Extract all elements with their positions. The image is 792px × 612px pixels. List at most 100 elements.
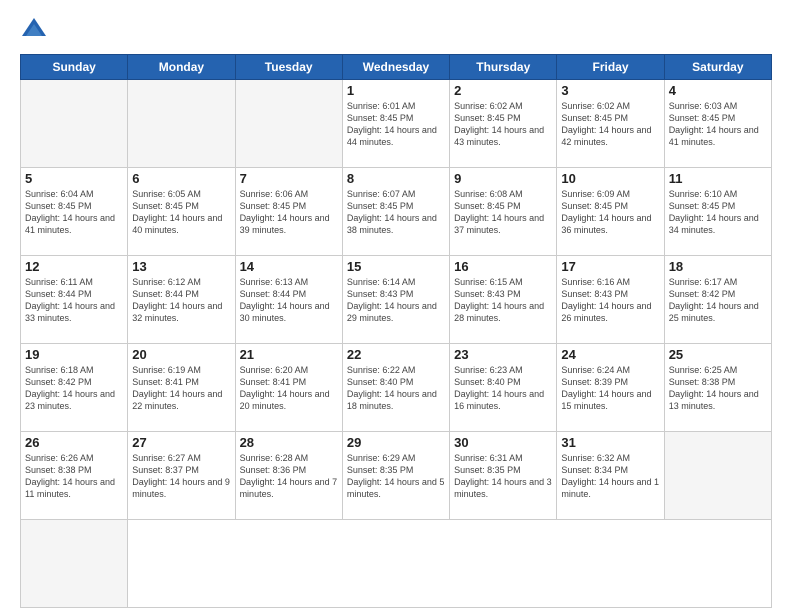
day-number: 16 xyxy=(454,259,552,274)
table-row: 1 Sunrise: 6:01 AM Sunset: 8:45 PM Daylig… xyxy=(342,80,449,168)
table-row: 13Sunrise: 6:12 AM Sunset: 8:44 PM Dayli… xyxy=(128,256,235,344)
calendar-table: SundayMondayTuesdayWednesdayThursdayFrid… xyxy=(20,54,772,608)
table-row xyxy=(128,80,235,168)
day-number: 30 xyxy=(454,435,552,450)
day-info: Sunrise: 6:03 AM Sunset: 8:45 PM Dayligh… xyxy=(669,100,767,149)
day-number: 8 xyxy=(347,171,445,186)
day-number: 9 xyxy=(454,171,552,186)
table-row: 4 Sunrise: 6:03 AM Sunset: 8:45 PM Daylig… xyxy=(664,80,771,168)
day-info: Sunrise: 6:19 AM Sunset: 8:41 PM Dayligh… xyxy=(132,364,230,413)
logo-icon xyxy=(20,16,48,44)
table-row: 5 Sunrise: 6:04 AM Sunset: 8:45 PM Daylig… xyxy=(21,168,128,256)
day-number: 6 xyxy=(132,171,230,186)
table-row: 10 Sunrise: 6:09 AM Sunset: 8:45 PM Dayli… xyxy=(557,168,664,256)
day-number: 23 xyxy=(454,347,552,362)
day-number: 4 xyxy=(669,83,767,98)
weekday-monday: Monday xyxy=(128,55,235,80)
day-number: 24 xyxy=(561,347,659,362)
table-row: 6 Sunrise: 6:05 AM Sunset: 8:45 PM Daylig… xyxy=(128,168,235,256)
day-info: Sunrise: 6:05 AM Sunset: 8:45 PM Dayligh… xyxy=(132,188,230,237)
day-info: Sunrise: 6:20 AM Sunset: 8:41 PM Dayligh… xyxy=(240,364,338,413)
calendar-row-1: 5 Sunrise: 6:04 AM Sunset: 8:45 PM Daylig… xyxy=(21,168,772,256)
day-info: Sunrise: 6:10 AM Sunset: 8:45 PM Dayligh… xyxy=(669,188,767,237)
day-info: Sunrise: 6:24 AM Sunset: 8:39 PM Dayligh… xyxy=(561,364,659,413)
day-info: Sunrise: 6:13 AM Sunset: 8:44 PM Dayligh… xyxy=(240,276,338,325)
table-row: 24 Sunrise: 6:24 AM Sunset: 8:39 PM Dayli… xyxy=(557,344,664,432)
page: SundayMondayTuesdayWednesdayThursdayFrid… xyxy=(0,0,792,612)
table-row: 25 Sunrise: 6:25 AM Sunset: 8:38 PM Dayli… xyxy=(664,344,771,432)
day-info: Sunrise: 6:04 AM Sunset: 8:45 PM Dayligh… xyxy=(25,188,123,237)
table-row: 22 Sunrise: 6:22 AM Sunset: 8:40 PM Dayli… xyxy=(342,344,449,432)
table-row: 21Sunrise: 6:20 AM Sunset: 8:41 PM Dayli… xyxy=(235,344,342,432)
day-number: 12 xyxy=(25,259,123,274)
day-number: 2 xyxy=(454,83,552,98)
table-row: 26 Sunrise: 6:26 AM Sunset: 8:38 PM Dayli… xyxy=(21,432,128,520)
table-row: 16 Sunrise: 6:15 AM Sunset: 8:43 PM Dayli… xyxy=(450,256,557,344)
table-row: 28Sunrise: 6:28 AM Sunset: 8:36 PM Dayli… xyxy=(235,432,342,520)
day-number: 26 xyxy=(25,435,123,450)
weekday-wednesday: Wednesday xyxy=(342,55,449,80)
day-number: 5 xyxy=(25,171,123,186)
day-number: 17 xyxy=(561,259,659,274)
table-row: 9Sunrise: 6:08 AM Sunset: 8:45 PM Daylig… xyxy=(450,168,557,256)
day-info: Sunrise: 6:31 AM Sunset: 8:35 PM Dayligh… xyxy=(454,452,552,501)
table-row: 30 Sunrise: 6:31 AM Sunset: 8:35 PM Dayli… xyxy=(450,432,557,520)
calendar-row-3: 19Sunrise: 6:18 AM Sunset: 8:42 PM Dayli… xyxy=(21,344,772,432)
day-number: 3 xyxy=(561,83,659,98)
table-row: 23 Sunrise: 6:23 AM Sunset: 8:40 PM Dayli… xyxy=(450,344,557,432)
day-info: Sunrise: 6:02 AM Sunset: 8:45 PM Dayligh… xyxy=(454,100,552,149)
day-number: 31 xyxy=(561,435,659,450)
day-info: Sunrise: 6:28 AM Sunset: 8:36 PM Dayligh… xyxy=(240,452,338,501)
calendar-row-4: 26 Sunrise: 6:26 AM Sunset: 8:38 PM Dayli… xyxy=(21,432,772,520)
table-row: 14 Sunrise: 6:13 AM Sunset: 8:44 PM Dayli… xyxy=(235,256,342,344)
table-row: 29Sunrise: 6:29 AM Sunset: 8:35 PM Dayli… xyxy=(342,432,449,520)
header xyxy=(20,16,772,44)
day-number: 13 xyxy=(132,259,230,274)
day-info: Sunrise: 6:32 AM Sunset: 8:34 PM Dayligh… xyxy=(561,452,659,501)
weekday-tuesday: Tuesday xyxy=(235,55,342,80)
day-info: Sunrise: 6:02 AM Sunset: 8:45 PM Dayligh… xyxy=(561,100,659,149)
table-row: 18 Sunrise: 6:17 AM Sunset: 8:42 PM Dayli… xyxy=(664,256,771,344)
day-info: Sunrise: 6:01 AM Sunset: 8:45 PM Dayligh… xyxy=(347,100,445,149)
weekday-thursday: Thursday xyxy=(450,55,557,80)
weekday-header-row: SundayMondayTuesdayWednesdayThursdayFrid… xyxy=(21,55,772,80)
table-row: 7 Sunrise: 6:06 AM Sunset: 8:45 PM Daylig… xyxy=(235,168,342,256)
day-info: Sunrise: 6:07 AM Sunset: 8:45 PM Dayligh… xyxy=(347,188,445,237)
day-info: Sunrise: 6:09 AM Sunset: 8:45 PM Dayligh… xyxy=(561,188,659,237)
calendar-row-2: 12 Sunrise: 6:11 AM Sunset: 8:44 PM Dayli… xyxy=(21,256,772,344)
logo xyxy=(20,16,52,44)
weekday-sunday: Sunday xyxy=(21,55,128,80)
table-row xyxy=(664,432,771,520)
day-info: Sunrise: 6:18 AM Sunset: 8:42 PM Dayligh… xyxy=(25,364,123,413)
table-row: 19Sunrise: 6:18 AM Sunset: 8:42 PM Dayli… xyxy=(21,344,128,432)
day-number: 7 xyxy=(240,171,338,186)
day-info: Sunrise: 6:23 AM Sunset: 8:40 PM Dayligh… xyxy=(454,364,552,413)
day-info: Sunrise: 6:06 AM Sunset: 8:45 PM Dayligh… xyxy=(240,188,338,237)
day-info: Sunrise: 6:11 AM Sunset: 8:44 PM Dayligh… xyxy=(25,276,123,325)
day-number: 27 xyxy=(132,435,230,450)
day-number: 1 xyxy=(347,83,445,98)
table-row: 17 Sunrise: 6:16 AM Sunset: 8:43 PM Dayli… xyxy=(557,256,664,344)
calendar-row-0: 1 Sunrise: 6:01 AM Sunset: 8:45 PM Daylig… xyxy=(21,80,772,168)
day-number: 11 xyxy=(669,171,767,186)
table-row: 12 Sunrise: 6:11 AM Sunset: 8:44 PM Dayli… xyxy=(21,256,128,344)
day-number: 18 xyxy=(669,259,767,274)
day-number: 10 xyxy=(561,171,659,186)
day-info: Sunrise: 6:17 AM Sunset: 8:42 PM Dayligh… xyxy=(669,276,767,325)
day-number: 14 xyxy=(240,259,338,274)
day-info: Sunrise: 6:22 AM Sunset: 8:40 PM Dayligh… xyxy=(347,364,445,413)
day-info: Sunrise: 6:15 AM Sunset: 8:43 PM Dayligh… xyxy=(454,276,552,325)
day-number: 25 xyxy=(669,347,767,362)
table-row: 20Sunrise: 6:19 AM Sunset: 8:41 PM Dayli… xyxy=(128,344,235,432)
table-row: 8 Sunrise: 6:07 AM Sunset: 8:45 PM Daylig… xyxy=(342,168,449,256)
calendar-row-5 xyxy=(21,520,772,608)
table-row xyxy=(21,80,128,168)
table-row: 2 Sunrise: 6:02 AM Sunset: 8:45 PM Daylig… xyxy=(450,80,557,168)
table-row: 3 Sunrise: 6:02 AM Sunset: 8:45 PM Daylig… xyxy=(557,80,664,168)
day-info: Sunrise: 6:16 AM Sunset: 8:43 PM Dayligh… xyxy=(561,276,659,325)
day-info: Sunrise: 6:25 AM Sunset: 8:38 PM Dayligh… xyxy=(669,364,767,413)
day-number: 22 xyxy=(347,347,445,362)
day-number: 15 xyxy=(347,259,445,274)
table-row xyxy=(21,520,128,608)
day-info: Sunrise: 6:26 AM Sunset: 8:38 PM Dayligh… xyxy=(25,452,123,501)
